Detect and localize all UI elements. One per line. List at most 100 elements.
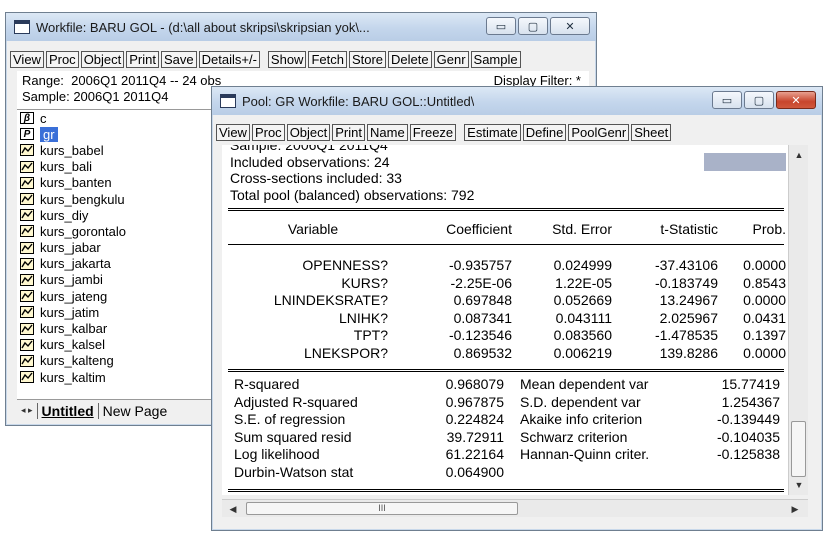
print-button[interactable]: Print xyxy=(126,51,159,68)
std-error-cell: 0.006219 xyxy=(553,344,612,361)
object-item[interactable]: kurs_kalsel xyxy=(17,337,222,353)
object-item[interactable]: kurs_jambi xyxy=(17,272,222,288)
coefficient-cell: 0.869532 xyxy=(453,344,512,361)
sample-label: Sample: xyxy=(22,89,70,104)
stat-label: S.E. of regression xyxy=(234,411,346,427)
minimize-button[interactable]: ▭ xyxy=(712,91,742,109)
proc-button[interactable]: Proc xyxy=(45,51,79,68)
workfile-title: Workfile: BARU GOL - (d:\all about skrip… xyxy=(36,19,370,35)
details-button[interactable]: Details+/- xyxy=(198,51,260,68)
object-name: kurs_kaltim xyxy=(40,369,106,385)
object-item[interactable]: kurs_kalteng xyxy=(17,353,222,369)
series-icon xyxy=(20,144,34,157)
scroll-down-arrow-icon[interactable]: ▼ xyxy=(789,477,809,493)
workfile-titlebar[interactable]: Workfile: BARU GOL - (d:\all about skrip… xyxy=(6,13,596,41)
table-row: TPT? -0.123546 0.083560 -1.478535 0.1397 xyxy=(228,327,788,345)
stat-label: Akaike info criterion xyxy=(520,411,643,427)
page-tabs: ◂ ▸ Untitled New Page xyxy=(17,399,222,421)
view-button[interactable]: View xyxy=(10,51,44,68)
divider xyxy=(228,244,784,245)
delete-button[interactable]: Delete xyxy=(388,51,432,68)
stat-label: Hannan-Quinn criter. xyxy=(520,446,650,462)
object-item[interactable]: kurs_jateng xyxy=(17,288,222,304)
object-item[interactable]: kurs_jatim xyxy=(17,304,222,320)
col-t-statistic: t-Statistic xyxy=(660,221,718,237)
stat-label: Sum squared resid xyxy=(234,428,352,445)
coef-icon: β xyxy=(20,112,34,125)
object-item[interactable]: kurs_jakarta xyxy=(17,256,222,272)
object-item[interactable]: kurs_banten xyxy=(17,175,222,191)
object-button[interactable]: Object xyxy=(80,51,125,68)
object-item[interactable]: βc xyxy=(17,110,222,126)
sample-value: 2006Q1 2011Q4 xyxy=(73,89,169,104)
window-icon xyxy=(14,20,30,34)
stat-label xyxy=(504,464,704,482)
poolgenr-button[interactable]: PoolGenr xyxy=(568,124,630,141)
object-name: gr xyxy=(40,126,58,142)
horizontal-scrollbar[interactable]: ◀ III ▶ xyxy=(222,499,808,517)
pool-icon: P xyxy=(20,128,34,141)
pool-window[interactable]: Pool: GR Workfile: BARU GOL::Untitled\ ▭… xyxy=(211,86,823,531)
print-button[interactable]: Print xyxy=(332,124,365,141)
object-button[interactable]: Object xyxy=(286,124,331,141)
save-button[interactable]: Save xyxy=(161,51,197,68)
estimate-button[interactable]: Estimate xyxy=(464,124,521,141)
object-item[interactable]: kurs_diy xyxy=(17,207,222,223)
object-item[interactable]: kurs_kaltim xyxy=(17,369,222,385)
tab-new-page[interactable]: New Page xyxy=(97,402,172,419)
series-icon xyxy=(20,290,34,303)
stat-value: 15.77419 xyxy=(721,376,780,392)
maximize-button[interactable]: ▢ xyxy=(518,17,548,35)
object-item[interactable]: kurs_bali xyxy=(17,159,222,175)
vertical-scrollbar[interactable]: ▲ ▼ xyxy=(788,145,808,495)
prob-cell: 0.0000 xyxy=(743,257,786,273)
close-button[interactable]: ✕ xyxy=(550,17,590,35)
t-statistic-cell: 13.24967 xyxy=(659,292,718,308)
window-icon xyxy=(220,94,236,108)
name-button[interactable]: Name xyxy=(367,124,408,141)
object-name: kurs_diy xyxy=(40,207,89,223)
object-name: kurs_jabar xyxy=(40,240,101,256)
scroll-thumb[interactable] xyxy=(791,421,806,477)
scroll-right-arrow-icon[interactable]: ▶ xyxy=(786,500,804,518)
store-button[interactable]: Store xyxy=(348,51,387,68)
close-button[interactable]: ✕ xyxy=(776,91,816,109)
minimize-button[interactable]: ▭ xyxy=(486,17,516,35)
hscroll-thumb[interactable]: III xyxy=(246,502,518,515)
genr-button[interactable]: Genr xyxy=(433,51,469,68)
fetch-button[interactable]: Fetch xyxy=(308,51,347,68)
proc-button[interactable]: Proc xyxy=(251,124,285,141)
stats-row: Log likelihood 61.22164 Hannan-Quinn crite… xyxy=(234,446,794,464)
stat-value: -0.139449 xyxy=(716,411,780,427)
std-error-cell: 0.083560 xyxy=(553,327,612,343)
define-button[interactable]: Define xyxy=(522,124,567,141)
std-error-cell: 1.22E-05 xyxy=(555,274,612,291)
coefficient-cell: -2.25E-06 xyxy=(450,274,512,291)
scroll-up-arrow-icon[interactable]: ▲ xyxy=(789,147,809,163)
view-button[interactable]: View xyxy=(216,124,250,141)
table-row: LNEKSPOR? 0.869532 0.006219 139.8286 0.0000 xyxy=(228,345,788,363)
stat-value: 0.967875 xyxy=(445,393,504,410)
object-item[interactable]: Pgr xyxy=(17,126,222,142)
object-item[interactable]: kurs_babel xyxy=(17,142,222,158)
show-button[interactable]: Show xyxy=(267,51,307,68)
sheet-button[interactable]: Sheet xyxy=(631,124,672,141)
scroll-left-arrow-icon[interactable]: ◀ xyxy=(224,500,242,518)
object-item[interactable]: kurs_kalbar xyxy=(17,320,222,336)
pool-titlebar[interactable]: Pool: GR Workfile: BARU GOL::Untitled\ ▭… xyxy=(212,87,822,115)
sample-info[interactable]: Sample: 2006Q1 2011Q4 xyxy=(22,89,169,105)
tab-scroll-arrows[interactable]: ◂ ▸ xyxy=(17,405,37,416)
sample-button[interactable]: Sample xyxy=(470,51,521,68)
series-icon xyxy=(20,193,34,206)
variable-cell: LNEKSPOR? xyxy=(303,344,388,361)
header-line: Included observations: 24 xyxy=(230,153,390,170)
freeze-button[interactable]: Freeze xyxy=(409,124,457,141)
stats-row: Adjusted R-squared 0.967875 S.D. dependent… xyxy=(234,394,794,412)
maximize-button[interactable]: ▢ xyxy=(744,91,774,109)
tab-untitled[interactable]: Untitled xyxy=(36,402,98,419)
object-item[interactable]: kurs_bengkulu xyxy=(17,191,222,207)
header-line: Cross-sections included: 33 xyxy=(230,170,402,186)
object-item[interactable]: kurs_gorontalo xyxy=(17,223,222,239)
range-info[interactable]: Range: 2006Q1 2011Q4 -- 24 obs xyxy=(22,73,221,89)
object-item[interactable]: kurs_jabar xyxy=(17,240,222,256)
